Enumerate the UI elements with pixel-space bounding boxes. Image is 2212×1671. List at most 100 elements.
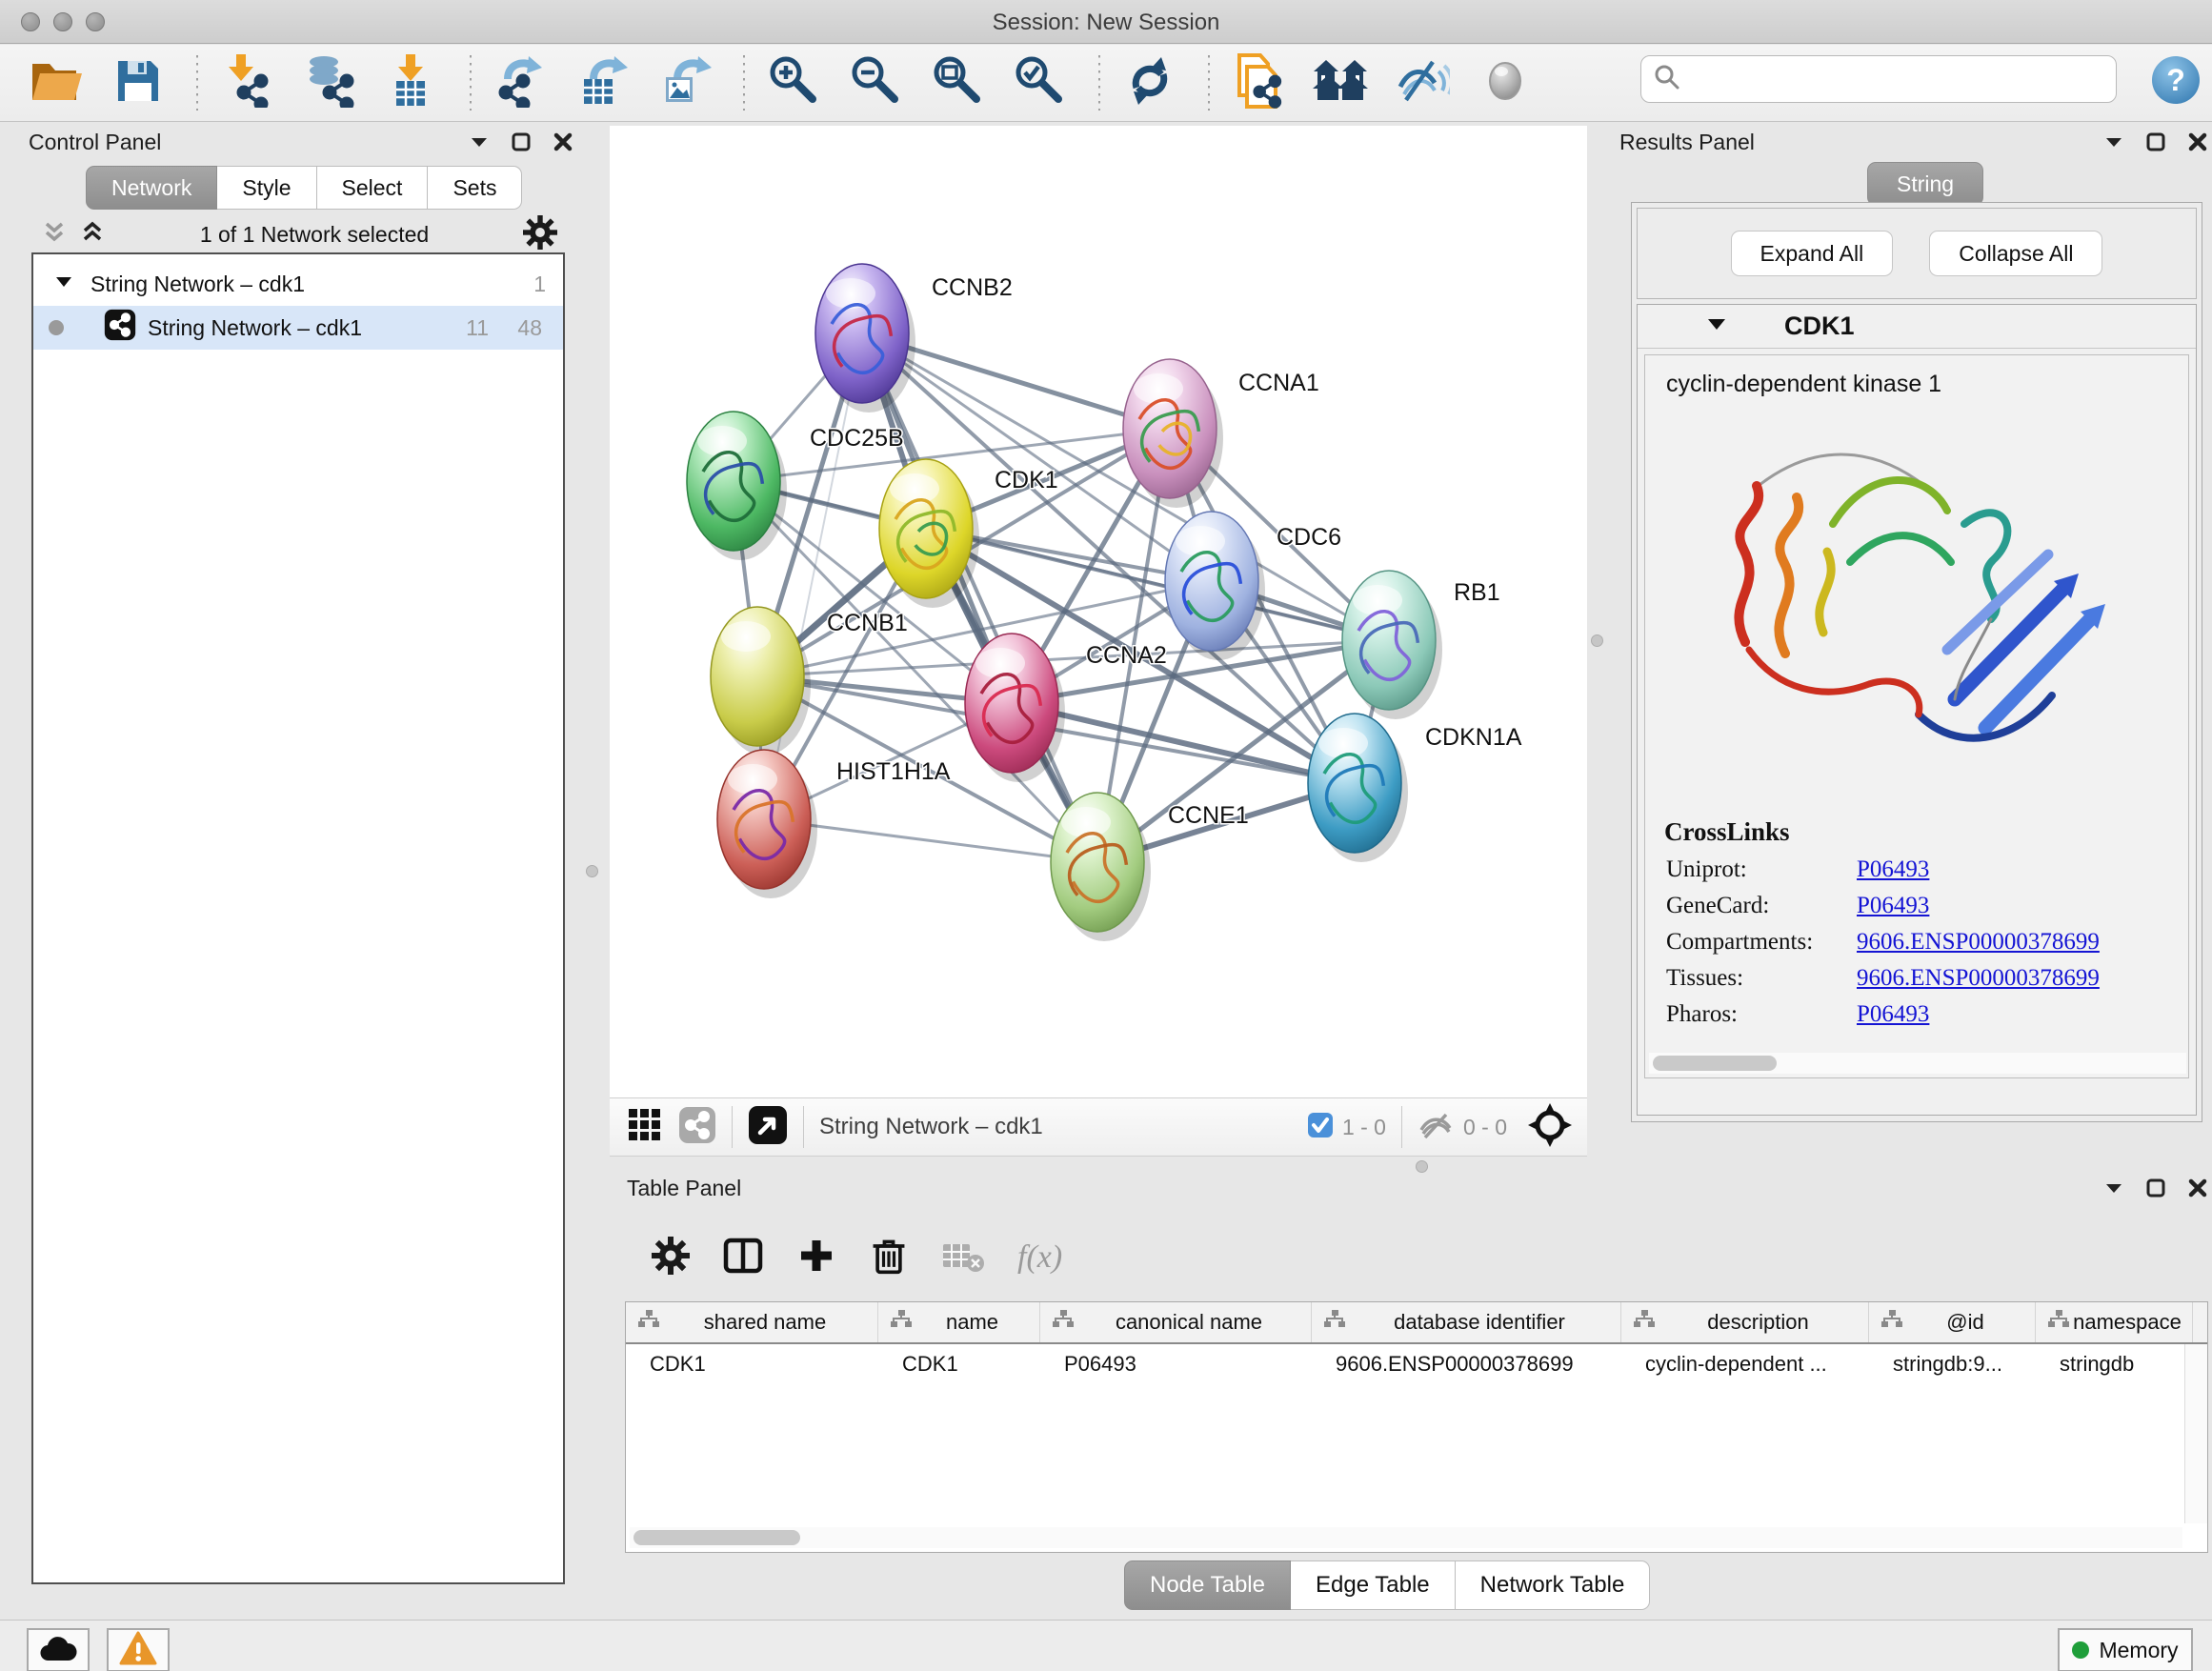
- crosslink-link[interactable]: P06493: [1857, 1001, 1929, 1028]
- open-session-button[interactable]: [25, 51, 88, 114]
- selected-checkbox-icon[interactable]: [1306, 1111, 1335, 1144]
- expand-all-button[interactable]: Expand All: [1731, 231, 1894, 276]
- panel-close-icon[interactable]: [553, 131, 573, 157]
- search-input[interactable]: [1640, 55, 2117, 103]
- crosslink-link[interactable]: P06493: [1857, 856, 1929, 883]
- column-header-namespace[interactable]: namespace: [2036, 1302, 2193, 1342]
- right-splitter-handle[interactable]: [1591, 634, 1603, 647]
- import-network-database-button[interactable]: [298, 51, 361, 114]
- node-CCNB2[interactable]: [815, 264, 915, 413]
- gray-orb-button[interactable]: [1474, 51, 1537, 114]
- node-CDKN1A[interactable]: [1308, 714, 1408, 862]
- tab-network[interactable]: Network: [86, 166, 217, 210]
- clone-network-button[interactable]: [1228, 51, 1291, 114]
- protein-section-header[interactable]: CDK1: [1638, 305, 2196, 349]
- export-image-button[interactable]: [654, 51, 716, 114]
- panel-close-icon[interactable]: [2187, 131, 2208, 157]
- column-header-shared-name[interactable]: shared name: [626, 1302, 878, 1342]
- collection-expand-icon[interactable]: [54, 272, 73, 297]
- table-row[interactable]: CDK1CDK1P064939606.ENSP00000378699cyclin…: [626, 1344, 2207, 1384]
- panel-float-icon[interactable]: [2103, 1178, 2124, 1203]
- tab-node-table[interactable]: Node Table: [1124, 1560, 1291, 1610]
- zoom-in-button[interactable]: [763, 51, 826, 114]
- fit-selected-crosshair-icon[interactable]: [1528, 1103, 1572, 1152]
- hidden-eye-slash-icon[interactable]: [1418, 1109, 1456, 1146]
- network-row[interactable]: String Network – cdk1 11 48: [33, 306, 563, 350]
- collapse-all-networks-icon[interactable]: [41, 219, 68, 251]
- network-collection-row[interactable]: String Network – cdk1 1: [33, 262, 563, 306]
- panel-maximize-icon[interactable]: [511, 131, 532, 157]
- apply-preferred-layout-button[interactable]: [1118, 51, 1181, 114]
- column-header-database-identifier[interactable]: database identifier: [1312, 1302, 1621, 1342]
- collapse-all-button[interactable]: Collapse All: [1929, 231, 2102, 276]
- network-label: String Network – cdk1: [148, 315, 362, 341]
- node-label-RB1: RB1: [1454, 579, 1500, 606]
- tab-select[interactable]: Select: [317, 166, 429, 210]
- toggle-graphics-details-button[interactable]: [1392, 51, 1455, 114]
- table-cell[interactable]: stringdb: [2036, 1344, 2193, 1384]
- warning-button[interactable]: [107, 1628, 170, 1671]
- export-network-button[interactable]: [490, 51, 553, 114]
- table-cell[interactable]: CDK1: [878, 1344, 1040, 1384]
- node-RB1[interactable]: [1342, 571, 1442, 719]
- memory-button[interactable]: Memory: [2058, 1628, 2193, 1671]
- table-horizontal-scrollbar[interactable]: [630, 1527, 2182, 1548]
- string-home-button[interactable]: [1310, 51, 1373, 114]
- panel-float-icon[interactable]: [2103, 131, 2124, 157]
- tab-network-table[interactable]: Network Table: [1456, 1560, 1651, 1610]
- table-cell[interactable]: P06493: [1040, 1344, 1312, 1384]
- crosslink-link[interactable]: 9606.ENSP00000378699: [1857, 929, 2100, 956]
- node-CDC6[interactable]: [1165, 512, 1265, 660]
- results-horizontal-scrollbar[interactable]: [1649, 1053, 2186, 1074]
- left-splitter-handle[interactable]: [586, 865, 598, 877]
- birds-eye-view-icon[interactable]: [748, 1105, 788, 1150]
- zoom-fit-button[interactable]: [927, 51, 990, 114]
- grid-view-icon[interactable]: [627, 1107, 663, 1148]
- cloud-button[interactable]: [27, 1628, 90, 1671]
- create-column-plus-icon[interactable]: [796, 1236, 836, 1280]
- crosslink-link[interactable]: P06493: [1857, 893, 1929, 919]
- table-cell[interactable]: stringdb:9...: [1869, 1344, 2036, 1384]
- section-collapse-icon[interactable]: [1706, 313, 1727, 339]
- import-table-button[interactable]: [380, 51, 443, 114]
- network-options-gear-icon[interactable]: [523, 215, 557, 254]
- panel-maximize-icon[interactable]: [2145, 131, 2166, 157]
- node-CCNA2[interactable]: [965, 634, 1065, 782]
- zoom-out-button[interactable]: [845, 51, 908, 114]
- show-columns-icon[interactable]: [722, 1235, 764, 1281]
- table-cell[interactable]: CDK1: [626, 1344, 878, 1384]
- save-session-button[interactable]: [107, 51, 170, 114]
- results-button-bar: Expand All Collapse All: [1637, 208, 2197, 299]
- column-header-canonical-name[interactable]: canonical name: [1040, 1302, 1312, 1342]
- column-header--id[interactable]: @id: [1869, 1302, 2036, 1342]
- node-CDC25B[interactable]: [687, 412, 787, 560]
- import-network-file-button[interactable]: [216, 51, 279, 114]
- column-header-description[interactable]: description: [1621, 1302, 1869, 1342]
- tab-string[interactable]: String: [1867, 162, 1983, 206]
- string-view-icon[interactable]: [678, 1106, 716, 1149]
- tab-sets[interactable]: Sets: [428, 166, 522, 210]
- zoom-selected-button[interactable]: [1009, 51, 1072, 114]
- toolbar-separator: [470, 55, 473, 111]
- network-canvas[interactable]: CCNB2CCNA1CDC25BCDK1CDC6RB1CCNB1CCNA2CDK…: [610, 126, 1587, 1097]
- table-cell[interactable]: cyclin-dependent ...: [1621, 1344, 1869, 1384]
- tab-edge-table[interactable]: Edge Table: [1291, 1560, 1456, 1610]
- node-CCNB1[interactable]: [711, 607, 811, 755]
- column-header-name[interactable]: name: [878, 1302, 1040, 1342]
- help-button[interactable]: ?: [2151, 55, 2201, 105]
- panel-float-icon[interactable]: [469, 131, 490, 157]
- crosslink-link[interactable]: 9606.ENSP00000378699: [1857, 965, 2100, 992]
- expand-all-networks-icon[interactable]: [79, 219, 106, 251]
- control-panel-title: Control Panel: [29, 130, 161, 155]
- node-HIST1H1A[interactable]: [717, 750, 817, 898]
- node-CCNE1[interactable]: [1051, 793, 1151, 941]
- panel-maximize-icon[interactable]: [2145, 1178, 2166, 1203]
- table-settings-gear-icon[interactable]: [652, 1237, 690, 1279]
- table-vertical-scrollbar[interactable]: [2184, 1344, 2207, 1523]
- divider: [732, 1106, 733, 1148]
- panel-close-icon[interactable]: [2187, 1178, 2208, 1203]
- export-table-button[interactable]: [572, 51, 634, 114]
- tab-style[interactable]: Style: [217, 166, 316, 210]
- delete-column-trash-icon[interactable]: [869, 1236, 909, 1280]
- table-cell[interactable]: 9606.ENSP00000378699: [1312, 1344, 1621, 1384]
